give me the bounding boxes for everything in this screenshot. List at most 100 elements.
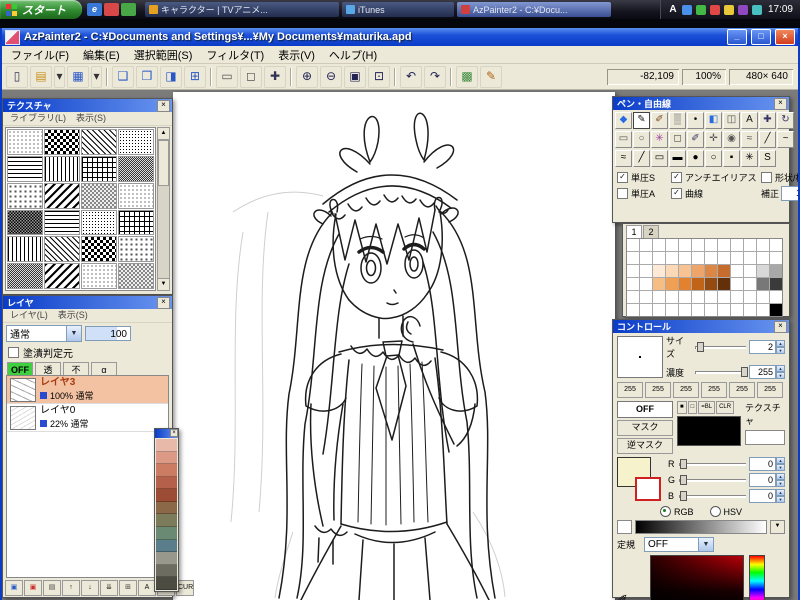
shape-button[interactable]: ▬ — [669, 150, 686, 167]
color-swatch[interactable] — [666, 278, 678, 290]
color-swatch[interactable] — [640, 252, 652, 264]
undo-button[interactable]: ↶ — [400, 65, 422, 88]
color-swatch[interactable] — [705, 265, 717, 277]
zoom-100-button[interactable]: ▣ — [344, 65, 366, 88]
texture-swatch[interactable] — [7, 236, 43, 263]
texture-selector[interactable] — [745, 430, 785, 445]
channel-slider[interactable] — [679, 475, 746, 485]
color-swatch[interactable] — [640, 239, 652, 251]
close-icon[interactable]: × — [774, 320, 787, 333]
layer-palette-titlebar[interactable]: レイヤ × — [3, 296, 172, 309]
color-swatch[interactable] — [627, 304, 639, 316]
color-swatch[interactable] — [666, 291, 678, 303]
gradient-swatch[interactable] — [617, 520, 632, 534]
density-preset-button[interactable]: 255 — [673, 382, 699, 398]
control-palette-titlebar[interactable]: コントロール × — [613, 320, 789, 333]
color-swatch[interactable] — [679, 278, 691, 290]
color-swatch[interactable] — [731, 304, 743, 316]
color-swatch[interactable] — [679, 291, 691, 303]
color-swatch[interactable] — [770, 265, 782, 277]
color-swatch[interactable] — [679, 239, 691, 251]
minimize-button[interactable]: _ — [727, 29, 747, 45]
color-swatch[interactable] — [692, 252, 704, 264]
mini-color-swatch[interactable] — [156, 514, 177, 528]
mask-off-button[interactable]: OFF — [617, 401, 673, 418]
combine-button[interactable]: ⊞ — [119, 580, 137, 596]
zoom-out-button[interactable]: ⊖ — [320, 65, 342, 88]
texture-swatch[interactable] — [7, 182, 43, 209]
texture-swatch[interactable] — [7, 129, 43, 155]
color-swatch[interactable] — [731, 278, 743, 290]
palette-tab[interactable]: 2 — [643, 225, 659, 238]
color-swatch[interactable] — [718, 304, 730, 316]
color-swatch[interactable] — [666, 304, 678, 316]
shape-button[interactable]: ▪ — [723, 150, 740, 167]
maximize-button[interactable]: □ — [751, 29, 771, 45]
texture-swatch[interactable] — [44, 155, 80, 182]
color-swatch[interactable] — [718, 239, 730, 251]
color-swatch[interactable] — [757, 239, 769, 251]
layer-opacity-input[interactable]: 100 — [85, 326, 131, 341]
close-icon[interactable]: × — [774, 97, 787, 110]
color-swatch[interactable] — [744, 239, 756, 251]
color-swatch[interactable] — [627, 278, 639, 290]
layer-down-button[interactable]: ↓ — [81, 580, 99, 596]
tray-icon[interactable] — [723, 4, 734, 15]
titlebar[interactable]: AzPainter2 - C:¥Documents and Settings¥.… — [2, 28, 798, 46]
mini-color-swatch[interactable] — [156, 451, 177, 465]
menu-item[interactable]: ファイル(F) — [4, 47, 76, 63]
select-rect-button[interactable]: ▭ — [216, 65, 238, 88]
channel-stepper[interactable]: 0 ▲ ▼ — [749, 457, 785, 471]
color-swatch[interactable] — [627, 291, 639, 303]
pen-palette-titlebar[interactable]: ペン・自由線 × — [613, 97, 789, 110]
texture-swatch[interactable] — [118, 209, 154, 236]
ruler-select[interactable]: OFF ▼ — [644, 537, 714, 552]
pen-tool[interactable]: ✎ — [633, 112, 650, 129]
window-canvas-button[interactable]: ❑ — [112, 65, 134, 88]
hand-tool[interactable]: ✛ — [705, 131, 722, 148]
blur-tool[interactable]: ≈ — [741, 131, 758, 148]
select-rect-tool[interactable]: ▭ — [615, 131, 632, 148]
checkbox[interactable]: ✓ — [617, 172, 628, 183]
color-swatch[interactable] — [744, 304, 756, 316]
density-preset-button[interactable]: 255 — [757, 382, 783, 398]
mini-color-swatch[interactable] — [156, 539, 177, 553]
color-swatch[interactable] — [666, 252, 678, 264]
mini-color-swatch[interactable] — [156, 527, 177, 540]
color-swatch[interactable] — [692, 304, 704, 316]
shape-button[interactable]: ≈ — [615, 150, 632, 167]
color-swatch[interactable] — [770, 239, 782, 251]
gradient-tool[interactable]: ◫ — [723, 112, 740, 129]
color-swatch[interactable] — [627, 265, 639, 277]
density-stepper[interactable]: 255 ▲ ▼ — [749, 365, 785, 379]
mask-option-button[interactable]: ■ — [677, 401, 687, 414]
brush-tool[interactable]: ✐ — [651, 112, 668, 129]
copy-layer-button[interactable]: ▤ — [43, 580, 61, 596]
rgb-radio[interactable]: RGB — [659, 506, 694, 517]
color-swatch[interactable] — [705, 304, 717, 316]
zoom-in-button[interactable]: ⊕ — [296, 65, 318, 88]
channel-stepper[interactable]: 0 ▲ ▼ — [749, 489, 785, 503]
scroll-up-icon[interactable]: ▲ — [158, 128, 169, 140]
color-swatch[interactable] — [640, 291, 652, 303]
blend-mode-select[interactable]: 通常 ▼ — [6, 325, 82, 342]
taskbar-window-button[interactable]: キャラクター | TVアニメ... — [145, 2, 339, 17]
color-swatch[interactable] — [666, 265, 678, 277]
open-menu-arrow[interactable]: ▾ — [54, 65, 65, 88]
mini-color-swatch[interactable] — [156, 464, 177, 477]
texture-swatch[interactable] — [81, 236, 117, 263]
shape-button[interactable]: ✳ — [741, 150, 758, 167]
close-icon[interactable]: × — [157, 296, 170, 309]
color-swatch[interactable] — [744, 252, 756, 264]
fill-tool[interactable]: ◧ — [705, 112, 722, 129]
mask-button[interactable]: マスク — [617, 420, 673, 436]
color-swatch[interactable] — [718, 265, 730, 277]
grid-toggle-button[interactable]: ▩ — [456, 65, 478, 88]
shape-button[interactable]: ○ — [705, 150, 722, 167]
color-swatch[interactable] — [653, 278, 665, 290]
pen-settings-button[interactable]: ✎ — [480, 65, 502, 88]
checkbox[interactable]: ✓ — [671, 172, 682, 183]
channel-stepper[interactable]: 0 ▲ ▼ — [749, 473, 785, 487]
fill-judge-checkbox[interactable] — [8, 347, 19, 358]
texture-swatch[interactable] — [44, 209, 80, 236]
